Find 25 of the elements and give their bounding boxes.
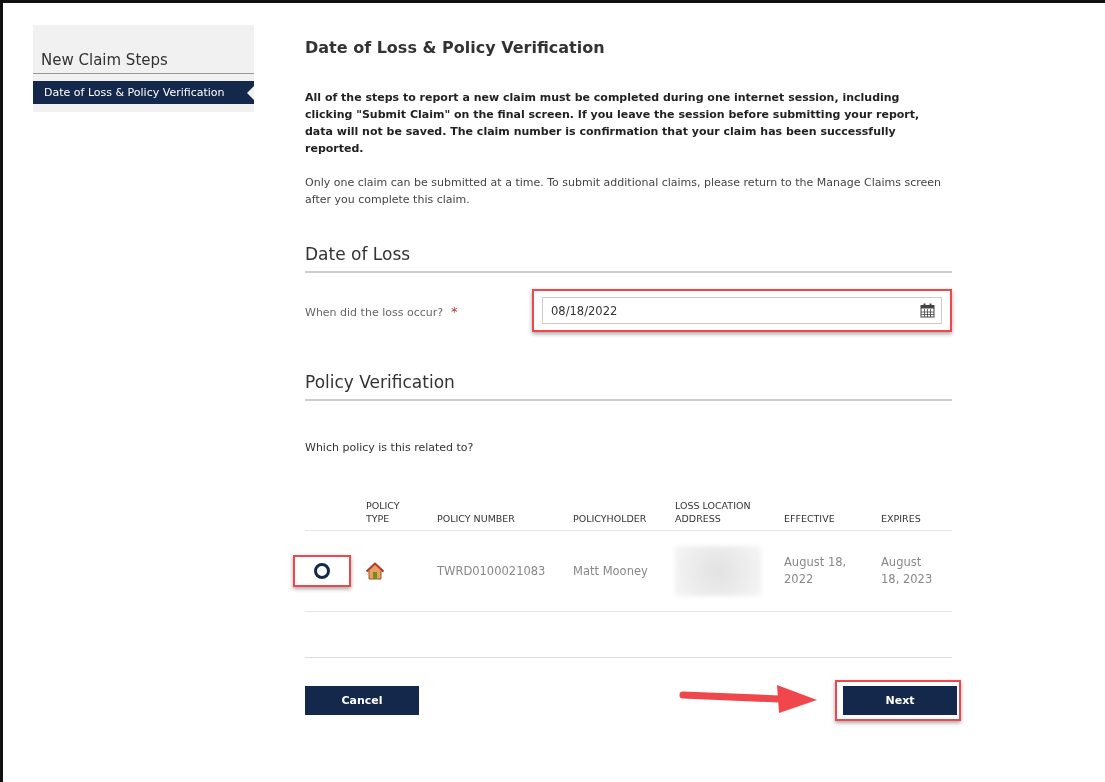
column-header: EFFECTIVE <box>784 499 881 531</box>
column-header: LOSS LOCATION ADDRESS <box>675 499 784 531</box>
info-text: Only one claim can be submitted at a time. To submit additional claims, please return to the Manage Claims screen after you complete this claim. <box>305 175 943 208</box>
column-header: EXPIRES <box>881 499 952 531</box>
column-header: POLICY TYPE <box>366 499 437 531</box>
cancel-button[interactable]: Cancel <box>305 686 419 715</box>
notice-text: All of the steps to report a new claim must be completed during one internet session, including clicking "Submit Claim" on the final screen. If you leave the session before submitting your report, data will not be saved. The claim number is confirmation that your claim has been successfully reported. <box>305 90 921 157</box>
table-cell: August 18, 2022 <box>784 531 881 612</box>
date-field[interactable]: 08/18/2022 <box>542 297 942 324</box>
radio-button[interactable] <box>314 563 330 579</box>
page-title: Date of Loss & Policy Verification <box>305 38 606 57</box>
sidebar-title: New Claim Steps <box>33 51 254 74</box>
column-header: POLICYHOLDER <box>573 499 675 531</box>
section-heading: Policy Verification <box>305 372 952 401</box>
table-cell: August 18, 2023 <box>881 531 952 612</box>
next-button[interactable]: Next <box>843 686 957 715</box>
sidebar-item[interactable]: Date of Loss & Policy Verification <box>33 81 254 104</box>
section-heading: Date of Loss <box>305 244 952 273</box>
house-icon <box>366 562 384 580</box>
question-text: Which policy is this related to? <box>305 441 475 454</box>
calendar-icon[interactable] <box>920 303 935 318</box>
column-header: POLICY NUMBER <box>437 499 573 531</box>
table-cell: TWRD0100021083 <box>437 531 573 612</box>
required-mark: * <box>451 304 458 319</box>
field-label: When did the loss occur? <box>305 306 444 319</box>
